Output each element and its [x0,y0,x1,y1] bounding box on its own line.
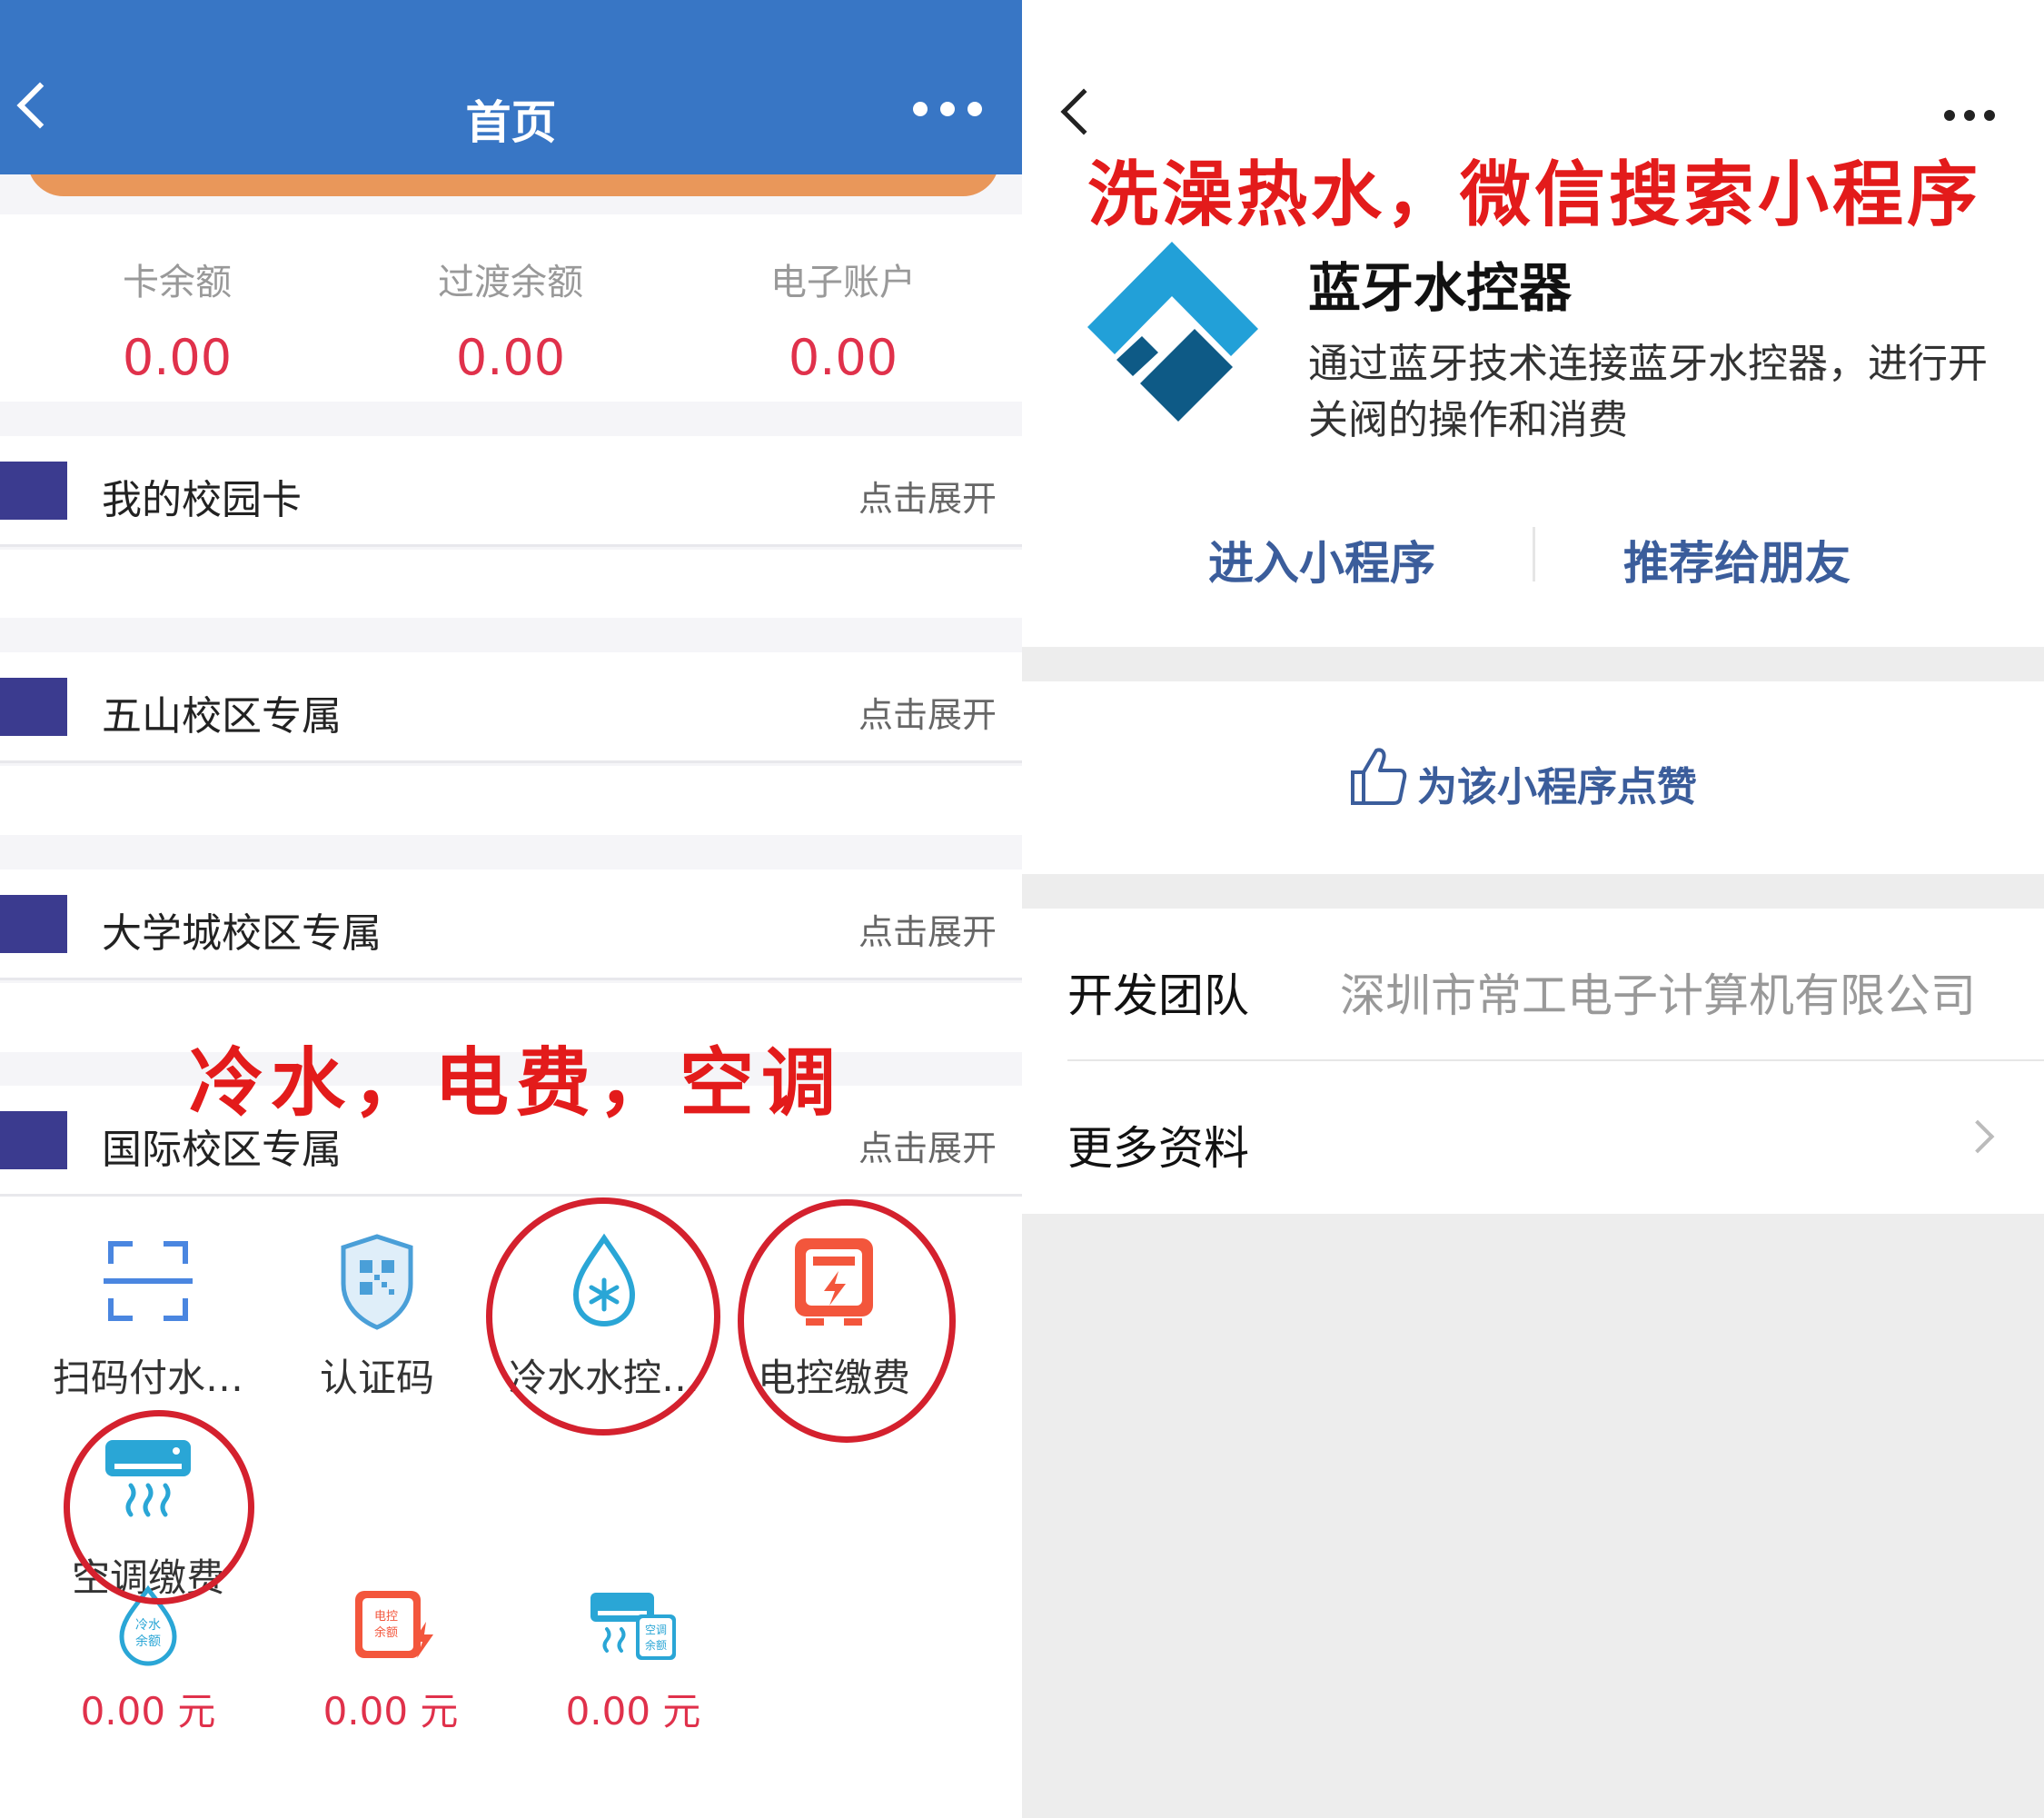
card-balance-value: 0.00 [122,329,233,386]
icon-text: 冷水 [135,1618,161,1633]
section-marker [0,895,67,953]
e-account-balance[interactable]: 电子账户 0.00 [707,253,979,386]
more-options-icon[interactable] [1944,107,2004,124]
section-title: 我的校园卡 [102,477,302,523]
section-body [0,766,1022,835]
e-account-label: 电子账户 [770,262,916,303]
annotation-search-mini-program: 洗澡热水，微信搜索小程序 [1087,154,1982,236]
thumbs-up-icon[interactable] [1349,745,1407,807]
chevron-right-icon [1960,1119,1995,1154]
highlight-circle [486,1197,720,1436]
expand-link[interactable]: 点击展开 [858,687,997,737]
section-marker [0,1111,67,1169]
campus-app-screen: 首页 卡余额 0.00 过渡余额 0.00 电子账户 0.00 我的校园卡 点击… [0,0,1022,1818]
qr-shield-icon [327,1231,427,1331]
electric-balance-amount: 0.00 元 [322,1689,459,1734]
expand-link[interactable]: 点击展开 [858,471,997,521]
highlight-circle [64,1410,254,1604]
section-my-campus-card[interactable]: 我的校园卡 点击展开 [0,436,1022,547]
divider [1533,527,1535,581]
top-bar: 首页 [0,0,1022,174]
auth-code-item[interactable]: 认证码 [263,1231,491,1403]
card-balance-label: 卡余额 [123,262,232,303]
icon-text: 电控 [374,1610,398,1624]
icon-text: 余额 [135,1634,161,1649]
e-account-value: 0.00 [788,329,898,386]
more-info-label: 更多资料 [1067,1122,1249,1175]
grid-item-label: 认证码 [319,1356,434,1400]
enter-mini-program-button[interactable]: 进入小程序 [1208,527,1435,592]
icon-text: 余额 [374,1625,398,1640]
ac-balance-icon: 空调 余额 [583,1585,683,1667]
like-mini-program-button[interactable]: 为该小程序点赞 [1417,754,1697,812]
bluetooth-water-controller-logo [1077,238,1267,429]
ac-balance-amount: 0.00 元 [565,1689,701,1734]
annotation-cold-water-electric-ac: 冷水，电费，空调 [189,1039,844,1127]
transition-balance[interactable]: 过渡余额 0.00 [374,253,647,386]
scan-icon [98,1231,198,1331]
app-description: 通过蓝牙技术连接蓝牙水控器，进行开关阀的操作和消费 [1308,341,1988,443]
ac-balance[interactable]: 空调 余额 [520,1585,747,1667]
info-list: 开发团队 深圳市常工电子计算机有限公司 更多资料 [1022,909,2044,1214]
balance-summary: 卡余额 0.00 过渡余额 0.00 电子账户 0.00 [0,214,1022,402]
section-wushan-campus[interactable]: 五山校区专属 点击展开 [0,652,1022,763]
page-title: 首页 [465,96,557,149]
transition-balance-label: 过渡余额 [438,262,583,303]
card-balance[interactable]: 卡余额 0.00 [41,253,313,386]
developer-value: 深圳市常工电子计算机有限公司 [1340,969,1976,1022]
like-section: 为该小程序点赞 [1022,681,2044,874]
highlight-circle [738,1199,956,1443]
grid-item-label: 扫码付水… [52,1356,243,1400]
more-info-row[interactable]: 更多资料 [1067,1061,2044,1214]
section-university-town-campus[interactable]: 大学城校区专属 点击展开 [0,869,1022,980]
expand-link[interactable]: 点击展开 [858,1120,997,1170]
mini-program-profile-screen: 洗澡热水，微信搜索小程序 蓝牙水控器 通过蓝牙技术连接蓝牙水控器，进行开关阀的操… [1022,0,2044,1818]
expand-link[interactable]: 点击展开 [858,904,997,954]
section-title: 大学城校区专属 [102,910,382,957]
icon-text: 空调 [645,1624,667,1636]
section-marker [0,462,67,520]
scan-pay-water-item[interactable]: 扫码付水… [35,1231,262,1403]
section-title: 五山校区专属 [102,693,342,740]
app-name: 蓝牙水控器 [1308,257,1573,319]
electric-balance-icon: 电控 余额 [341,1585,441,1667]
section-marker [0,678,67,736]
more-options-icon[interactable] [913,102,1022,120]
icon-text: 余额 [645,1638,667,1652]
developer-label: 开发团队 [1067,969,1249,1022]
electric-balance[interactable]: 电控 余额 [277,1585,504,1667]
cold-water-balance-amount: 0.00 元 [80,1689,216,1734]
transition-balance-value: 0.00 [455,329,566,386]
recommend-to-friend-button[interactable]: 推荐给朋友 [1623,527,1851,592]
developer-row: 开发团队 深圳市常工电子计算机有限公司 [1067,909,2044,1061]
section-body [0,550,1022,618]
